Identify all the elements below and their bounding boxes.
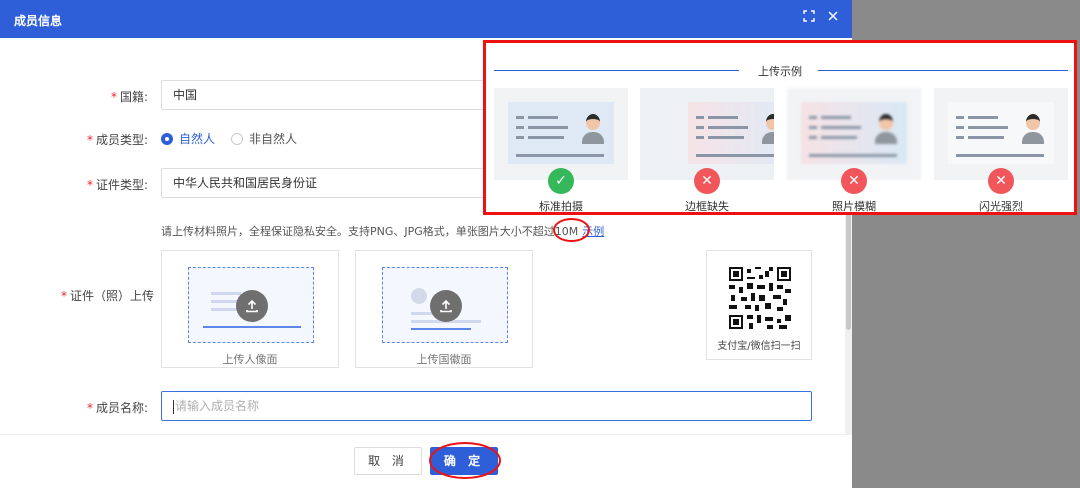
example-caption: 标准拍摄 bbox=[539, 200, 583, 213]
error-icon: ✕ bbox=[988, 168, 1014, 194]
popover-title: 上传示例 bbox=[486, 63, 1074, 79]
error-icon: ✕ bbox=[694, 168, 720, 194]
upload-back-card[interactable]: 上传国徽面 bbox=[355, 250, 533, 368]
member-type-label: * 成员类型: bbox=[86, 133, 148, 147]
upload-front-caption: 上传人像面 bbox=[222, 353, 278, 366]
radio-label: 自然人 bbox=[179, 132, 216, 146]
required-mark: * bbox=[110, 90, 117, 104]
upload-icon bbox=[430, 290, 462, 322]
member-name-label: * 成员名称: bbox=[86, 401, 148, 415]
upload-front-card[interactable]: 上传人像面 bbox=[161, 250, 339, 368]
upload-front-dropzone[interactable] bbox=[188, 267, 314, 343]
cancel-button[interactable]: 取 消 bbox=[354, 447, 422, 475]
upload-hint-text: 请上传材料照片，全程保证隐私安全。支持PNG、JPG格式，单张图片大小不超过10… bbox=[161, 225, 579, 238]
example-standard: ✓ 标准拍摄 bbox=[494, 88, 628, 213]
nationality-value: 中国 bbox=[173, 88, 198, 102]
example-strong-flash: ✕ 闪光强烈 bbox=[934, 88, 1068, 213]
qr-caption: 支付宝/微信扫一扫 bbox=[717, 341, 801, 352]
upload-icon bbox=[236, 290, 268, 322]
text-caret bbox=[173, 399, 174, 414]
id-type-select[interactable]: 中华人民共和国居民身份证 bbox=[161, 168, 491, 198]
example-border-missing: ✕ 边框缺失 bbox=[640, 88, 774, 213]
upload-label: * 证件（照）上传 bbox=[60, 289, 154, 303]
radio-natural-person[interactable]: 自然人 bbox=[161, 130, 215, 147]
annotation-oval-confirm bbox=[429, 442, 501, 479]
annotation-oval-example bbox=[553, 218, 590, 242]
scrollbar-thumb[interactable] bbox=[846, 200, 851, 330]
id-type-label: * 证件类型: bbox=[86, 178, 148, 192]
required-mark: * bbox=[86, 178, 93, 192]
example-caption: 闪光强烈 bbox=[979, 200, 1023, 213]
radio-non-natural-person[interactable]: 非自然人 bbox=[231, 130, 297, 147]
nationality-label: * 国籍: bbox=[110, 90, 148, 104]
radio-label: 非自然人 bbox=[249, 132, 298, 146]
upload-back-dropzone[interactable] bbox=[382, 267, 508, 343]
example-blurry: ✕ 照片模糊 bbox=[787, 88, 921, 213]
footer-divider bbox=[0, 434, 852, 435]
required-mark: * bbox=[86, 401, 93, 415]
upload-hint: 请上传材料照片，全程保证隐私安全。支持PNG、JPG格式，单张图片大小不超过10… bbox=[161, 223, 604, 239]
nationality-select[interactable]: 中国 bbox=[161, 80, 491, 110]
example-image bbox=[787, 88, 921, 180]
required-mark: * bbox=[60, 289, 67, 303]
example-caption: 照片模糊 bbox=[832, 200, 876, 213]
upload-back-caption: 上传国徽面 bbox=[416, 353, 472, 366]
error-icon: ✕ bbox=[841, 168, 867, 194]
upload-example-popover: 上传示例 ✓ 标准拍摄 ✕ 边框缺失 ✕ 照片模糊 ✕ 闪光强烈 bbox=[483, 40, 1077, 215]
expand-icon[interactable] bbox=[800, 9, 818, 27]
qr-code bbox=[729, 267, 791, 329]
dialog-titlebar: 成员信息 bbox=[0, 0, 852, 38]
required-mark: * bbox=[86, 133, 93, 147]
qr-code-card: 支付宝/微信扫一扫 bbox=[706, 250, 812, 360]
radio-dot bbox=[231, 132, 243, 145]
check-icon: ✓ bbox=[548, 168, 574, 194]
example-caption: 边框缺失 bbox=[685, 200, 729, 213]
example-image bbox=[494, 88, 628, 180]
dialog-title: 成员信息 bbox=[14, 14, 63, 28]
radio-dot bbox=[161, 132, 173, 145]
id-type-value: 中华人民共和国居民身份证 bbox=[173, 176, 318, 190]
example-image bbox=[640, 88, 774, 180]
example-image bbox=[934, 88, 1068, 180]
member-name-input[interactable]: 请输入成员名称 bbox=[161, 391, 812, 421]
close-icon[interactable] bbox=[824, 9, 842, 27]
member-name-placeholder: 请输入成员名称 bbox=[175, 399, 260, 413]
